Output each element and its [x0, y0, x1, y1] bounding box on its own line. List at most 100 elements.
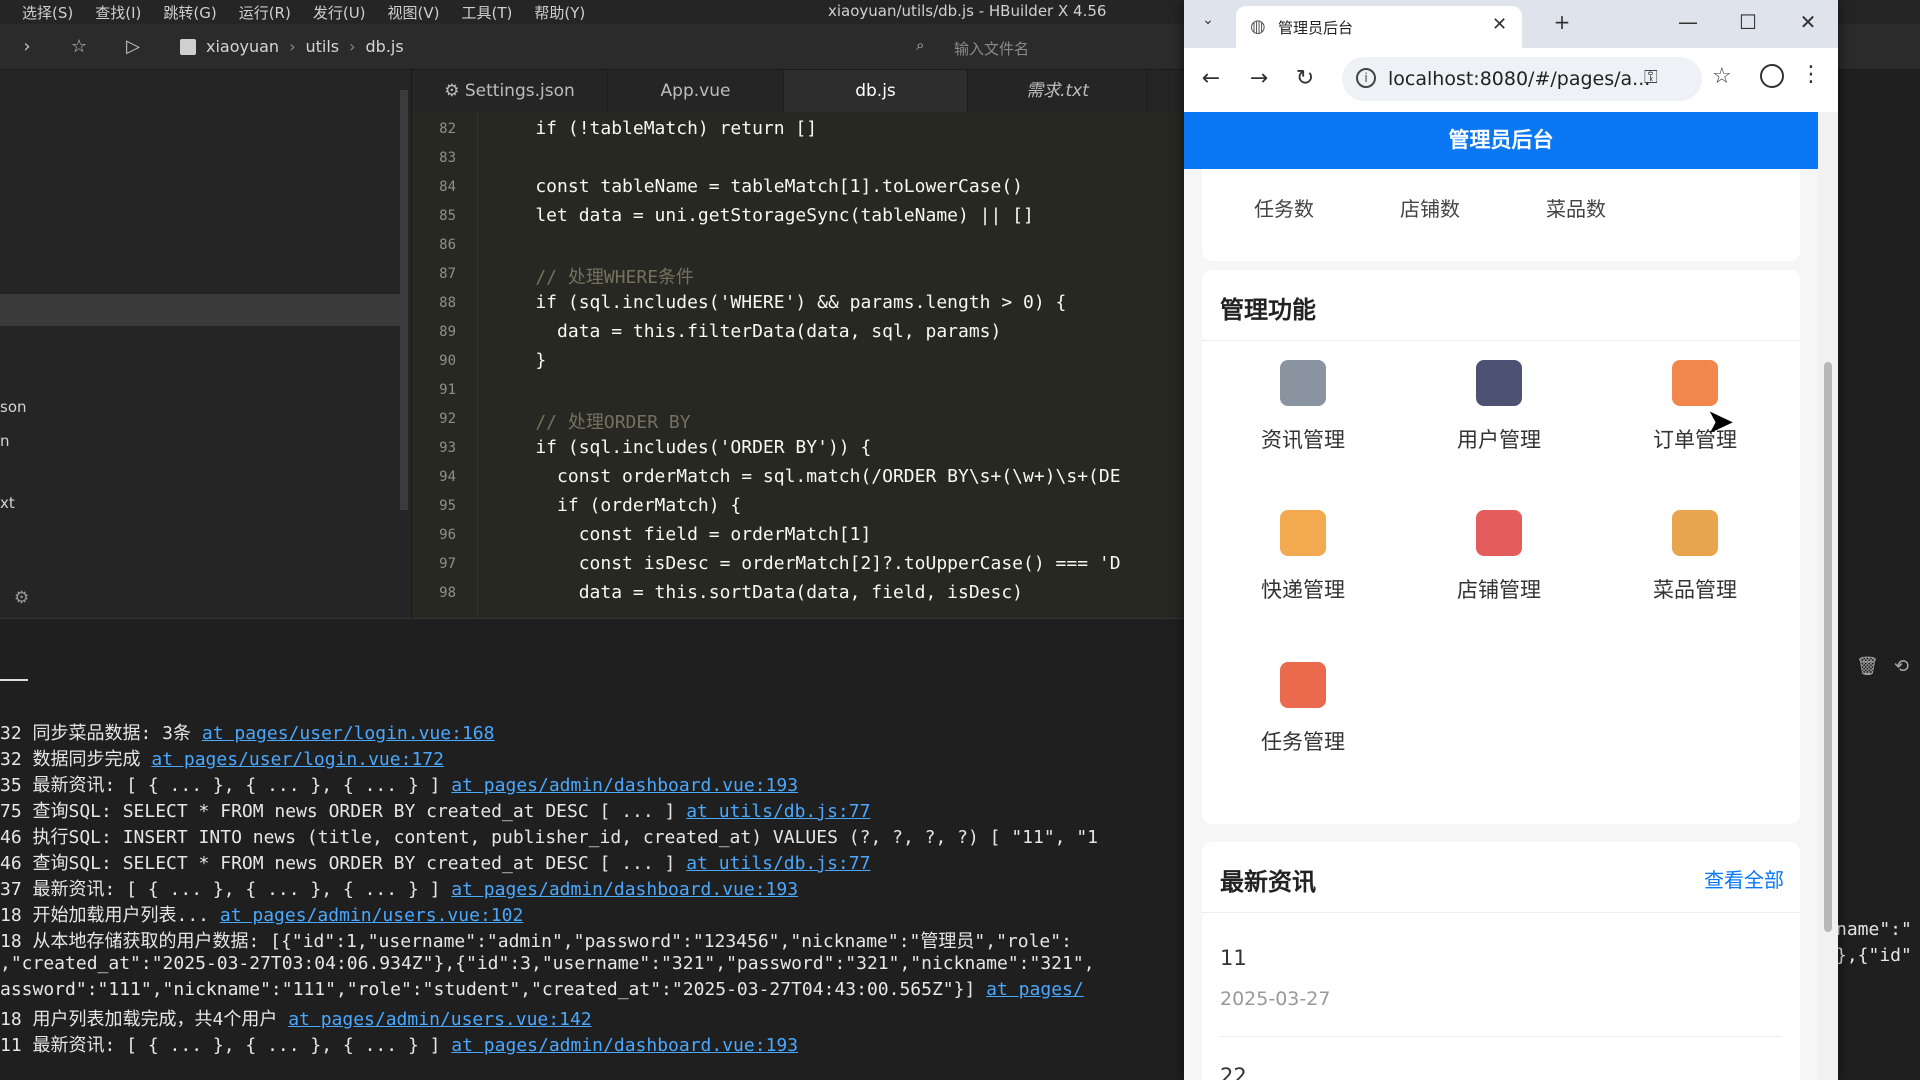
- function-label: 用户管理: [1457, 428, 1541, 452]
- console-source-link[interactable]: at pages/admin/dashboard.vue:193: [451, 879, 798, 900]
- code-line[interactable]: data = this.sortData(data, field, isDesc…: [492, 582, 1023, 603]
- code-line[interactable]: const orderMatch = sql.match(/ORDER BY\s…: [492, 466, 1121, 487]
- page-scrollbar[interactable]: [1818, 112, 1838, 1080]
- tab-search-icon[interactable]: ⌄: [1196, 12, 1220, 28]
- console-source-link[interactable]: at pages/user/login.vue:172: [151, 749, 444, 770]
- scrollbar-thumb[interactable]: [1824, 362, 1832, 932]
- menu-view[interactable]: 视图(V): [378, 2, 452, 23]
- new-tab-icon[interactable]: +: [1550, 10, 1574, 34]
- code-line[interactable]: if (sql.includes('ORDER BY')) {: [492, 437, 871, 458]
- line-number: 97: [439, 556, 456, 572]
- breadcrumb-item[interactable]: xiaoyuan: [206, 37, 279, 56]
- project-sidebar: son n xt ⚙: [0, 70, 412, 618]
- code-line[interactable]: if (!tableMatch) return []: [492, 118, 817, 139]
- browser-menu-icon[interactable]: ⋮: [1800, 62, 1822, 87]
- line-number: 85: [439, 208, 456, 224]
- settings-icon[interactable]: ⚙: [14, 588, 29, 608]
- chevron-right-icon[interactable]: ›: [16, 36, 38, 58]
- close-window-icon[interactable]: ✕: [1796, 10, 1820, 34]
- address-bar[interactable]: i localhost:8080/#/pages/a... ⚿: [1342, 57, 1702, 101]
- site-info-icon[interactable]: i: [1356, 68, 1376, 88]
- tab-app-vue[interactable]: App.vue: [608, 70, 784, 112]
- tree-item[interactable]: xt: [0, 494, 15, 512]
- function-item[interactable]: 快递管理: [1228, 510, 1378, 604]
- console-source-link[interactable]: at utils/db.js:77: [686, 801, 870, 822]
- code-line[interactable]: const isDesc = orderMatch[2]?.toUpperCas…: [492, 553, 1121, 574]
- url-text[interactable]: localhost:8080/#/pages/a...: [1388, 68, 1650, 90]
- function-item[interactable]: 任务管理: [1228, 662, 1378, 756]
- maximize-icon[interactable]: ☐: [1736, 10, 1760, 34]
- menu-run[interactable]: 运行(R): [229, 2, 303, 23]
- tree-item[interactable]: son: [0, 398, 27, 416]
- browser-tab[interactable]: ◍ 管理员后台 ✕: [1236, 6, 1522, 48]
- menu-publish[interactable]: 发行(U): [303, 2, 378, 23]
- tab-db-js[interactable]: db.js: [784, 70, 968, 112]
- tree-item[interactable]: n: [0, 432, 10, 450]
- function-item[interactable]: 店铺管理: [1424, 510, 1574, 604]
- profile-icon[interactable]: [1760, 64, 1784, 88]
- console-text: 46 执行SQL: INSERT INTO news (title, conte…: [0, 827, 1099, 848]
- line-number: 89: [439, 324, 456, 340]
- news-item-title[interactable]: 22: [1220, 1064, 1247, 1080]
- line-number: 90: [439, 353, 456, 369]
- code-line[interactable]: // 处理ORDER BY: [492, 408, 690, 434]
- function-item[interactable]: 菜品管理: [1620, 510, 1770, 604]
- line-number: 83: [439, 150, 456, 166]
- console-source-link[interactable]: at utils/db.js:77: [686, 853, 870, 874]
- function-item[interactable]: 资讯管理: [1228, 360, 1378, 454]
- breadcrumb-item[interactable]: db.js: [366, 37, 404, 56]
- breadcrumb-item[interactable]: utils: [305, 37, 339, 56]
- back-icon[interactable]: ←: [1198, 66, 1224, 91]
- console-text: 32 同步菜品数据: 3条: [0, 723, 202, 744]
- news-item-title[interactable]: 11: [1220, 946, 1247, 970]
- console-source-link[interactable]: at pages/user/login.vue:168: [202, 723, 495, 744]
- menu-find[interactable]: 查找(I): [85, 2, 153, 23]
- code-line[interactable]: if (sql.includes('WHERE') && params.leng…: [492, 292, 1066, 313]
- view-all-link[interactable]: 查看全部: [1704, 864, 1784, 893]
- file-search[interactable]: ⌕ 输入文件名: [912, 36, 1172, 60]
- code-line[interactable]: data = this.filterData(data, sql, params…: [492, 321, 1001, 342]
- function-item[interactable]: 用户管理: [1424, 360, 1574, 454]
- console-source-link[interactable]: at pages/admin/dashboard.vue:193: [451, 775, 798, 796]
- minimize-icon[interactable]: —: [1676, 10, 1700, 34]
- function-label: 菜品管理: [1653, 578, 1737, 602]
- selected-tree-item[interactable]: [0, 294, 400, 326]
- browser-tabstrip: ⌄ ◍ 管理员后台 ✕ + — ☐ ✕: [1184, 0, 1838, 48]
- code-line[interactable]: const tableName = tableMatch[1].toLowerC…: [492, 176, 1023, 197]
- burger-icon: [1672, 510, 1718, 556]
- star-icon[interactable]: ☆: [68, 36, 90, 58]
- run-icon[interactable]: ▷: [122, 36, 144, 58]
- console-source-link[interactable]: at pages/admin/users.vue:102: [220, 905, 523, 926]
- key-icon[interactable]: ⚿: [1644, 67, 1658, 88]
- editor-tabs: ⚙ Settings.json App.vue db.js 需求.txt: [412, 70, 1184, 112]
- code-line[interactable]: }: [492, 350, 546, 371]
- code-editor[interactable]: 82 83 84 85 86 87 88 89 90 91 92 93 94 95 96 97 98 if (!…: [412, 112, 1184, 618]
- function-item[interactable]: 订单管理: [1620, 360, 1770, 454]
- trash-icon[interactable]: 🗑: [1856, 656, 1879, 677]
- console-source-link[interactable]: at pages/admin/dashboard.vue:193: [451, 1035, 798, 1056]
- reload-icon[interactable]: ↻: [1292, 66, 1318, 91]
- forward-icon[interactable]: →: [1246, 66, 1272, 91]
- tab-requirements-txt[interactable]: 需求.txt: [968, 70, 1148, 112]
- close-tab-icon[interactable]: ✕: [1492, 14, 1507, 35]
- menu-help[interactable]: 帮助(Y): [524, 2, 597, 23]
- news-icon: [1280, 360, 1326, 406]
- news-card: 最新资讯 查看全部 11 2025-03-27 22: [1202, 842, 1800, 1080]
- function-label: 店铺管理: [1457, 578, 1541, 602]
- code-line[interactable]: let data = uni.getStorageSync(tableName)…: [492, 205, 1034, 226]
- line-number: 95: [439, 498, 456, 514]
- refresh-icon[interactable]: ⟲: [1894, 656, 1909, 677]
- menu-tools[interactable]: 工具(T): [452, 2, 525, 23]
- window-title: xiaoyuan/utils/db.js - HBuilder X 4.56: [828, 2, 1107, 20]
- code-line[interactable]: const field = orderMatch[1]: [492, 524, 872, 545]
- code-line[interactable]: // 处理WHERE条件: [492, 263, 694, 289]
- console-source-link[interactable]: at pages/admin/users.vue:142: [288, 1009, 591, 1030]
- code-line[interactable]: if (orderMatch) {: [492, 495, 741, 516]
- tab-settings-json[interactable]: ⚙ Settings.json: [412, 70, 608, 112]
- menu-select[interactable]: 选择(S): [12, 2, 85, 23]
- console-source-link[interactable]: at pages/: [986, 979, 1084, 1000]
- console-divider: [0, 679, 28, 681]
- menu-goto[interactable]: 跳转(G): [153, 2, 228, 23]
- bookmark-star-icon[interactable]: ☆: [1712, 64, 1732, 89]
- sidebar-scrollbar[interactable]: [400, 90, 408, 510]
